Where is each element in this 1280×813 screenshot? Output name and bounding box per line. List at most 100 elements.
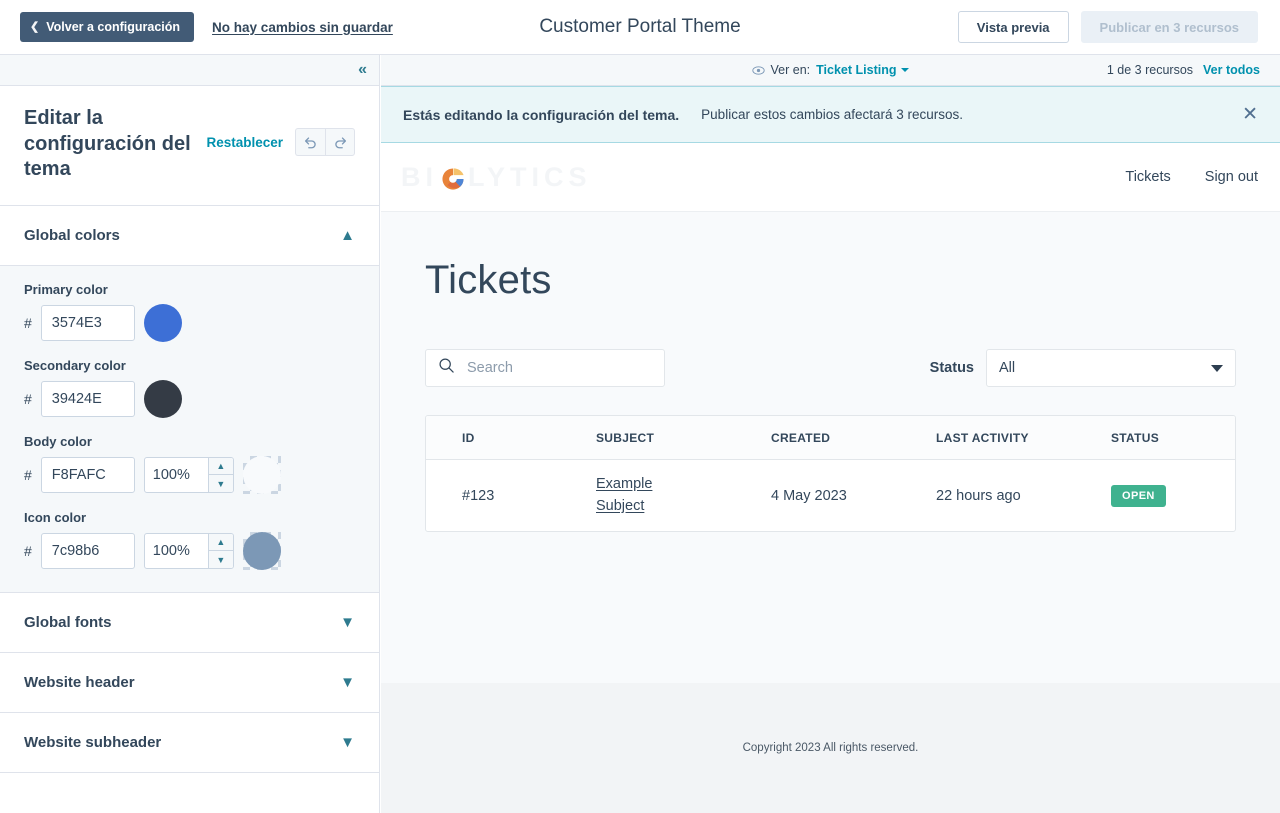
section-label: Global colors bbox=[24, 226, 120, 244]
hex-input-body[interactable] bbox=[40, 456, 135, 493]
color-swatch-secondary[interactable] bbox=[143, 379, 182, 418]
cell-created: 4 May 2023 bbox=[771, 487, 847, 504]
table-row[interactable]: #123 Example Subject 4 May 2023 22 hours… bbox=[426, 460, 1235, 531]
tickets-heading: Tickets bbox=[425, 258, 552, 302]
page-selector[interactable]: Ticket Listing bbox=[816, 63, 910, 77]
tickets-table: ID SUBJECT CREATED LAST ACTIVITY STATUS … bbox=[425, 415, 1236, 532]
cell-status: OPEN bbox=[1111, 484, 1235, 507]
cell-id: #123 bbox=[462, 487, 495, 504]
reset-button[interactable]: Restablecer bbox=[206, 135, 283, 150]
double-chevron-left-icon[interactable]: « bbox=[358, 62, 367, 78]
field-label: Body color bbox=[24, 433, 92, 449]
global-colors-panel: Primary color # Secondary color # Body c… bbox=[0, 265, 379, 593]
site-logo[interactable]: BI LYTICS bbox=[401, 162, 592, 193]
stepper-down-icon[interactable]: ▼ bbox=[209, 475, 233, 492]
resource-count: 1 de 3 recursos bbox=[1106, 63, 1194, 77]
color-field-primary: Primary color # bbox=[24, 282, 355, 342]
undo-arrow-icon bbox=[304, 136, 316, 148]
color-field-body: Body color # ▲ ▼ bbox=[24, 434, 355, 494]
column-header-subject: SUBJECT bbox=[596, 430, 655, 445]
column-header-status: STATUS bbox=[1111, 430, 1160, 445]
site-preview: BI LYTICS Tickets Sign out Tickets Searc… bbox=[381, 143, 1280, 813]
nav-item-tickets[interactable]: Tickets bbox=[1125, 169, 1170, 185]
search-input[interactable]: Search bbox=[425, 349, 665, 387]
nav-item-sign-out[interactable]: Sign out bbox=[1205, 169, 1258, 185]
chevron-down-icon: ▼ bbox=[340, 673, 355, 691]
opacity-stepper-icon[interactable]: ▲ ▼ bbox=[143, 532, 234, 569]
section-label: Website subheader bbox=[24, 733, 162, 751]
stepper-up-icon[interactable]: ▲ bbox=[208, 534, 233, 552]
opacity-input-icon[interactable] bbox=[144, 533, 208, 568]
stepper-buttons: ▲ ▼ bbox=[207, 457, 233, 492]
search-placeholder: Search bbox=[467, 360, 513, 376]
cell-subject: Example Subject bbox=[596, 474, 771, 518]
chevron-down-icon bbox=[901, 68, 910, 72]
site-header: BI LYTICS Tickets Sign out bbox=[381, 143, 1280, 212]
color-swatch-primary[interactable] bbox=[143, 303, 182, 342]
table-header-row: ID SUBJECT CREATED LAST ACTIVITY STATUS bbox=[426, 416, 1235, 460]
logo-text-after: LYTICS bbox=[468, 161, 592, 192]
site-nav: Tickets Sign out bbox=[1125, 169, 1258, 185]
column-header-id: ID bbox=[462, 430, 475, 445]
cell-last-activity: 22 hours ago bbox=[936, 487, 1021, 504]
color-field-icon: Icon color # ▲ ▼ bbox=[24, 510, 355, 570]
see-all-link[interactable]: Ver todos bbox=[1203, 63, 1260, 77]
close-icon[interactable]: ✕ bbox=[1242, 105, 1258, 124]
theme-preview-pane: Ver en: Ticket Listing 1 de 3 recursos V… bbox=[381, 55, 1280, 813]
hex-input-secondary[interactable] bbox=[40, 380, 135, 417]
status-filter-group: Status All bbox=[930, 349, 1236, 387]
eye-icon bbox=[751, 64, 765, 77]
back-to-settings-button[interactable]: ❮ Volver a configuración bbox=[20, 12, 195, 42]
preview-button[interactable]: Vista previa bbox=[957, 11, 1069, 43]
redo-button[interactable] bbox=[325, 128, 355, 156]
chevron-down-icon: ▼ bbox=[340, 733, 355, 751]
hash-prefix: # bbox=[24, 314, 32, 331]
status-filter-select[interactable]: All bbox=[986, 349, 1236, 387]
sidebar-section-website-subheader[interactable]: Website subheader ▼ bbox=[0, 712, 379, 773]
hex-input-icon[interactable] bbox=[40, 532, 135, 569]
view-in-label: Ver en: bbox=[770, 63, 811, 77]
caret-down-icon bbox=[1211, 364, 1223, 372]
sidebar-collapse-bar: « bbox=[0, 55, 379, 86]
site-body: Tickets Search Status All ID SUBJECT CRE… bbox=[381, 212, 1280, 532]
column-header-created: CREATED bbox=[771, 430, 831, 445]
publish-button[interactable]: Publicar en 3 recursos bbox=[1080, 11, 1258, 43]
sidebar-section-global-fonts[interactable]: Global fonts ▼ bbox=[0, 592, 379, 653]
unsaved-changes-status[interactable]: No hay cambios sin guardar bbox=[212, 20, 393, 35]
theme-settings-sidebar: « Editar la configuración del tema Resta… bbox=[0, 55, 380, 813]
sidebar-title: Editar la configuración del tema bbox=[24, 107, 191, 181]
back-to-settings-label: Volver a configuración bbox=[46, 20, 181, 34]
sidebar-section-website-header[interactable]: Website header ▼ bbox=[0, 652, 379, 713]
logo-text-before: BI bbox=[401, 161, 438, 192]
stepper-buttons: ▲ ▼ bbox=[207, 533, 233, 568]
sidebar-header: Editar la configuración del tema Restabl… bbox=[0, 86, 379, 206]
stepper-down-icon[interactable]: ▼ bbox=[209, 551, 233, 568]
color-swatch-body[interactable] bbox=[242, 455, 281, 494]
site-footer: Copyright 2023 All rights reserved. bbox=[381, 683, 1280, 813]
subject-link[interactable]: Example Subject bbox=[596, 474, 654, 518]
section-label: Global fonts bbox=[24, 613, 112, 631]
undo-button[interactable] bbox=[295, 128, 325, 156]
status-filter-value: All bbox=[999, 360, 1016, 376]
undo-redo-group bbox=[295, 128, 355, 156]
search-icon bbox=[438, 357, 455, 379]
opacity-input-body[interactable] bbox=[144, 457, 208, 492]
resource-count-group: 1 de 3 recursos Ver todos bbox=[1107, 63, 1260, 77]
color-swatch-icon[interactable] bbox=[242, 531, 281, 570]
field-label: Secondary color bbox=[24, 357, 126, 373]
sidebar-header-actions: Restablecer bbox=[206, 106, 355, 156]
chevron-down-icon: ▼ bbox=[340, 613, 355, 631]
app-top-bar: ❮ Volver a configuración No hay cambios … bbox=[0, 0, 1280, 55]
footer-copyright: Copyright 2023 All rights reserved. bbox=[742, 742, 919, 754]
color-field-secondary: Secondary color # bbox=[24, 358, 355, 418]
column-header-last-activity: LAST ACTIVITY bbox=[936, 430, 1029, 445]
opacity-stepper-body[interactable]: ▲ ▼ bbox=[143, 456, 234, 493]
chevron-up-icon: ▲ bbox=[340, 226, 355, 244]
page-selector-value: Ticket Listing bbox=[816, 63, 897, 77]
field-label: Icon color bbox=[24, 509, 87, 525]
stepper-up-icon[interactable]: ▲ bbox=[208, 458, 233, 476]
hex-input-primary[interactable] bbox=[40, 304, 135, 341]
hash-prefix: # bbox=[24, 542, 32, 559]
sidebar-section-global-colors[interactable]: Global colors ▲ bbox=[0, 205, 379, 266]
tickets-filters: Search Status All bbox=[425, 349, 1236, 387]
